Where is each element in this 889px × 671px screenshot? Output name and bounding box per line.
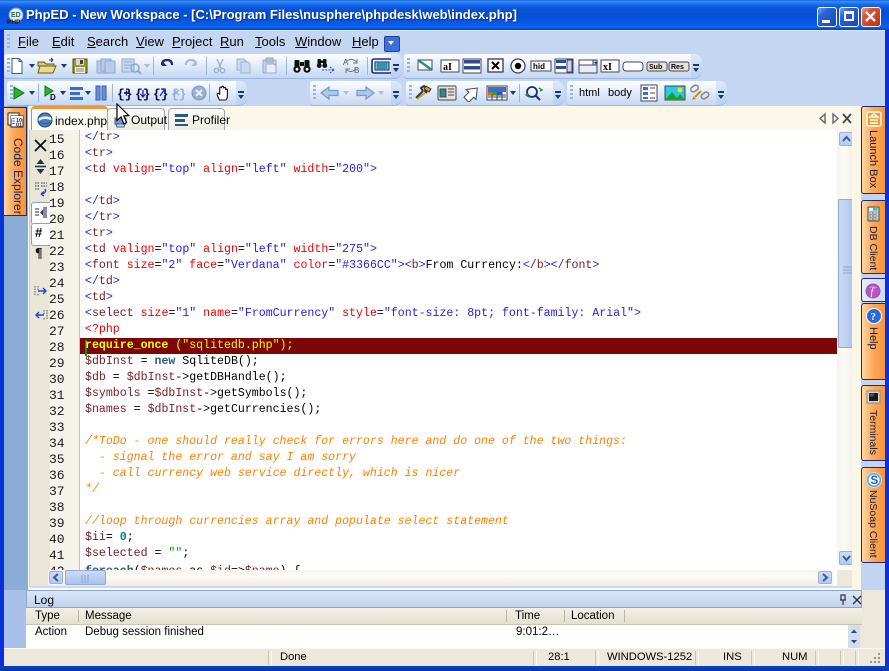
svg-text:{}: {} bbox=[117, 87, 133, 102]
svg-text:?: ? bbox=[871, 311, 877, 323]
svg-text:Res: Res bbox=[671, 64, 684, 71]
svg-text:S: S bbox=[871, 475, 879, 487]
svg-text:xI: xI bbox=[603, 62, 612, 73]
svg-text:Sub: Sub bbox=[649, 64, 662, 71]
svg-text:hid: hid bbox=[533, 62, 545, 71]
svg-text:D: D bbox=[50, 93, 56, 102]
svg-text:aI: aI bbox=[443, 62, 452, 73]
svg-text:PHP: PHP bbox=[7, 19, 21, 25]
svg-text:01: 01 bbox=[16, 123, 22, 129]
svg-text:ED: ED bbox=[11, 12, 21, 19]
svg-text:A: A bbox=[343, 58, 349, 67]
